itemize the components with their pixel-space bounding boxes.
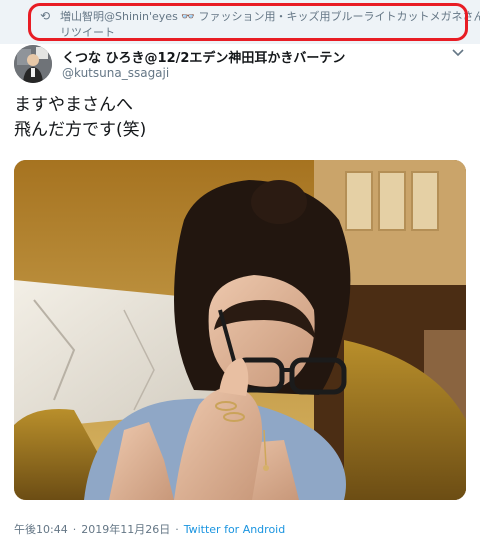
retweeter-name-rest: ファッション用・キッズ用ブルーライトカットメガネさんが (198, 10, 480, 23)
tweet-text-line: ますやまさんへ (14, 95, 133, 115)
avatar[interactable] (14, 45, 52, 83)
meta-separator: · (72, 523, 77, 536)
tweet-photo[interactable] (14, 160, 466, 500)
photo-woman-adjusting-glasses (14, 160, 466, 500)
tweet-text: ますやまさんへ 飛んだ方です(笑) (14, 93, 146, 143)
chevron-down-icon[interactable] (452, 46, 464, 60)
tweet-text-line: 飛んだ方です(笑) (14, 120, 147, 140)
glasses-emoji-icon: 👓 (181, 10, 196, 23)
retweet-context-text[interactable]: 増山智明@Shinin'eyes 👓 ファッション用・キッズ用ブルーライトカット… (60, 9, 480, 24)
tweet-source-link[interactable]: Twitter for Android (184, 523, 286, 536)
author-display-name[interactable]: くつな ひろき@12/2エデン神田耳かきバーテン (62, 47, 345, 66)
author-handle[interactable]: @kutsuna_ssagaji (62, 66, 169, 80)
tweet-time[interactable]: 午後10:44 (14, 523, 68, 536)
retweeter-name[interactable]: 増山智明@Shinin'eyes (60, 10, 178, 23)
retweet-context-bar: ⟲ 増山智明@Shinin'eyes 👓 ファッション用・キッズ用ブルーライトカ… (0, 0, 480, 44)
tweet-date[interactable]: 2019年11月26日 (81, 523, 170, 536)
meta-separator: · (175, 523, 179, 536)
tweet-metadata: 午後10:44 · 2019年11月26日 · Twitter for Android (14, 521, 285, 537)
retweet-label: リツイート (60, 26, 115, 39)
retweet-icon: ⟲ (40, 9, 51, 23)
